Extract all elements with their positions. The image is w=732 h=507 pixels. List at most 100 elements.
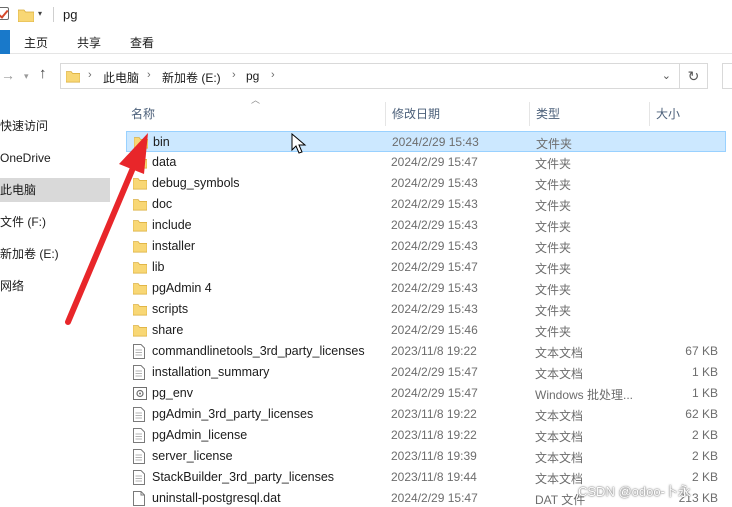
file-name: installation_summary <box>152 365 270 379</box>
folder-icon <box>132 197 148 214</box>
up-arrow-icon[interactable]: ↑ <box>39 65 47 82</box>
file-row[interactable]: lib 2024/2/29 15:47 文件夹 <box>126 257 726 278</box>
file-name: doc <box>152 197 173 211</box>
folder-icon <box>132 323 148 340</box>
column-header-type[interactable]: 类型 <box>536 105 560 122</box>
text-file-icon <box>133 470 145 488</box>
new-folder-icon[interactable] <box>17 8 35 25</box>
file-name: scripts <box>152 302 189 316</box>
batch-file-icon <box>133 386 147 404</box>
file-name: installer <box>152 239 196 253</box>
file-row[interactable]: debug_symbols 2024/2/29 15:43 文件夹 <box>126 173 726 194</box>
column-header-row: 名称 修改日期 类型 大小 <box>116 102 732 126</box>
tab-view[interactable]: 查看 <box>130 34 154 51</box>
text-file-icon <box>133 365 145 383</box>
address-bar[interactable]: › 此电脑 › 新加卷 (E:) › pg › ⌄ <box>60 63 680 89</box>
file-modified-date: 2024/2/29 15:43 <box>391 218 478 232</box>
tab-home[interactable]: 主页 <box>24 34 48 51</box>
column-header-size[interactable]: 大小 <box>656 105 680 122</box>
file-modified-date: 2024/2/29 15:43 <box>391 197 478 211</box>
folder-icon <box>132 155 148 172</box>
file-row[interactable]: installation_summary 2024/2/29 15:47 文本文档 1… <box>126 362 726 383</box>
address-history-dropdown-icon[interactable]: ⌄ <box>662 69 671 82</box>
file-modified-date: 2024/2/29 15:43 <box>391 302 478 316</box>
column-header-name[interactable]: 名称 <box>131 105 155 122</box>
file-type: 文件夹 <box>535 325 572 339</box>
file-row[interactable]: pgAdmin_3rd_party_licenses 2023/11/8 19:2… <box>126 404 726 425</box>
file-row[interactable]: pg_env 2024/2/29 15:47 Windows 批处理... 1 KB <box>126 383 726 404</box>
sidebar-item-drive-e[interactable]: 新加卷 (E:) <box>0 242 110 266</box>
file-row[interactable]: pgAdmin_license 2023/11/8 19:22 文本文档 2 KB <box>126 425 726 446</box>
file-type: 文件夹 <box>536 137 573 151</box>
tab-file[interactable] <box>0 30 10 54</box>
file-row[interactable]: installer 2024/2/29 15:43 文件夹 <box>126 236 726 257</box>
file-type: 文本文档 <box>535 472 584 486</box>
file-name: lib <box>152 260 165 274</box>
folder-icon <box>132 239 148 256</box>
refresh-icon[interactable]: ↻ <box>680 63 708 89</box>
sidebar-item-onedrive[interactable]: OneDrive <box>0 146 110 170</box>
file-row[interactable]: scripts 2024/2/29 15:43 文件夹 <box>126 299 726 320</box>
breadcrumb-this-pc[interactable]: 此电脑 <box>103 69 139 86</box>
file-modified-date: 2023/11/8 19:39 <box>391 449 477 463</box>
file-type: 文件夹 <box>535 220 572 234</box>
file-modified-date: 2024/2/29 15:43 <box>392 135 479 149</box>
file-type: 文本文档 <box>535 430 584 444</box>
window-title: pg <box>63 7 78 22</box>
breadcrumb-pg[interactable]: pg <box>246 69 259 83</box>
column-divider[interactable] <box>385 102 386 126</box>
folder-icon <box>132 260 148 277</box>
mouse-cursor-icon <box>291 132 309 158</box>
recent-dropdown-icon[interactable]: ▾ <box>24 71 29 82</box>
file-size: 62 KB <box>685 407 718 421</box>
file-type: 文本文档 <box>535 367 584 381</box>
file-row[interactable]: include 2024/2/29 15:43 文件夹 <box>126 215 726 236</box>
file-name: StackBuilder_3rd_party_licenses <box>152 470 335 484</box>
address-folder-icon <box>65 69 81 86</box>
breadcrumb-separator-icon[interactable]: › <box>271 69 275 81</box>
file-modified-date: 2024/2/29 15:43 <box>391 239 478 253</box>
recent-locations-icon[interactable]: → <box>1 67 15 83</box>
sidebar-item-this-pc[interactable]: 此电脑 <box>0 178 110 202</box>
file-type: 文件夹 <box>535 157 572 171</box>
breadcrumb-separator-icon[interactable]: › <box>232 69 236 81</box>
file-row[interactable]: doc 2024/2/29 15:43 文件夹 <box>126 194 726 215</box>
breadcrumb-separator-icon[interactable]: › <box>147 69 151 81</box>
tab-share[interactable]: 共享 <box>77 34 101 51</box>
file-size: 1 KB <box>691 365 718 379</box>
file-size: 67 KB <box>685 344 718 358</box>
text-file-icon <box>133 344 145 362</box>
file-type: 文件夹 <box>535 304 572 318</box>
file-modified-date: 2024/2/29 15:47 <box>391 155 478 169</box>
file-type: 文本文档 <box>535 346 584 360</box>
column-header-date[interactable]: 修改日期 <box>392 105 440 122</box>
breadcrumb-separator-icon[interactable]: › <box>88 69 92 81</box>
file-row[interactable]: bin 2024/2/29 15:43 文件夹 <box>126 131 726 152</box>
file-row[interactable]: server_license 2023/11/8 19:39 文本文档 2 KB <box>126 446 726 467</box>
file-list-pane: ︿ 名称 修改日期 类型 大小 bin 2024/2/29 15:43 文件夹 dat… <box>116 95 732 507</box>
file-row[interactable]: share 2024/2/29 15:46 文件夹 <box>126 320 726 341</box>
file-row[interactable]: commandlinetools_3rd_party_licenses 2023/… <box>126 341 726 362</box>
sidebar-item-network[interactable]: 网络 <box>0 274 110 298</box>
navigation-pane: 快速访问 OneDrive 此电脑 文件 (F:) 新加卷 (E:) 网络 <box>0 96 116 507</box>
column-divider[interactable] <box>649 102 650 126</box>
file-row[interactable]: data 2024/2/29 15:47 文件夹 <box>126 152 726 173</box>
text-file-icon <box>133 428 145 446</box>
file-modified-date: 2023/11/8 19:44 <box>391 470 477 484</box>
file-size: 2 KB <box>691 449 718 463</box>
search-input[interactable] <box>722 63 732 89</box>
file-modified-date: 2023/11/8 19:22 <box>391 344 477 358</box>
file-type: 文件夹 <box>535 178 572 192</box>
folder-icon <box>132 218 148 235</box>
file-name: pgAdmin 4 <box>152 281 212 295</box>
sidebar-item-quick-access[interactable]: 快速访问 <box>0 114 110 138</box>
properties-check-icon[interactable] <box>0 7 9 20</box>
column-divider[interactable] <box>529 102 530 126</box>
sidebar-item-drive-f[interactable]: 文件 (F:) <box>0 210 110 234</box>
file-type: 文件夹 <box>535 241 572 255</box>
file-type: 文件夹 <box>535 283 572 297</box>
navigation-bar: → ▾ ↑ › 此电脑 › 新加卷 (E:) › pg › ⌄ ↻ <box>0 54 732 96</box>
file-row[interactable]: pgAdmin 4 2024/2/29 15:43 文件夹 <box>126 278 726 299</box>
quick-access-dropdown-icon[interactable]: ▾ <box>38 10 42 18</box>
breadcrumb-drive-e[interactable]: 新加卷 (E:) <box>162 69 221 86</box>
